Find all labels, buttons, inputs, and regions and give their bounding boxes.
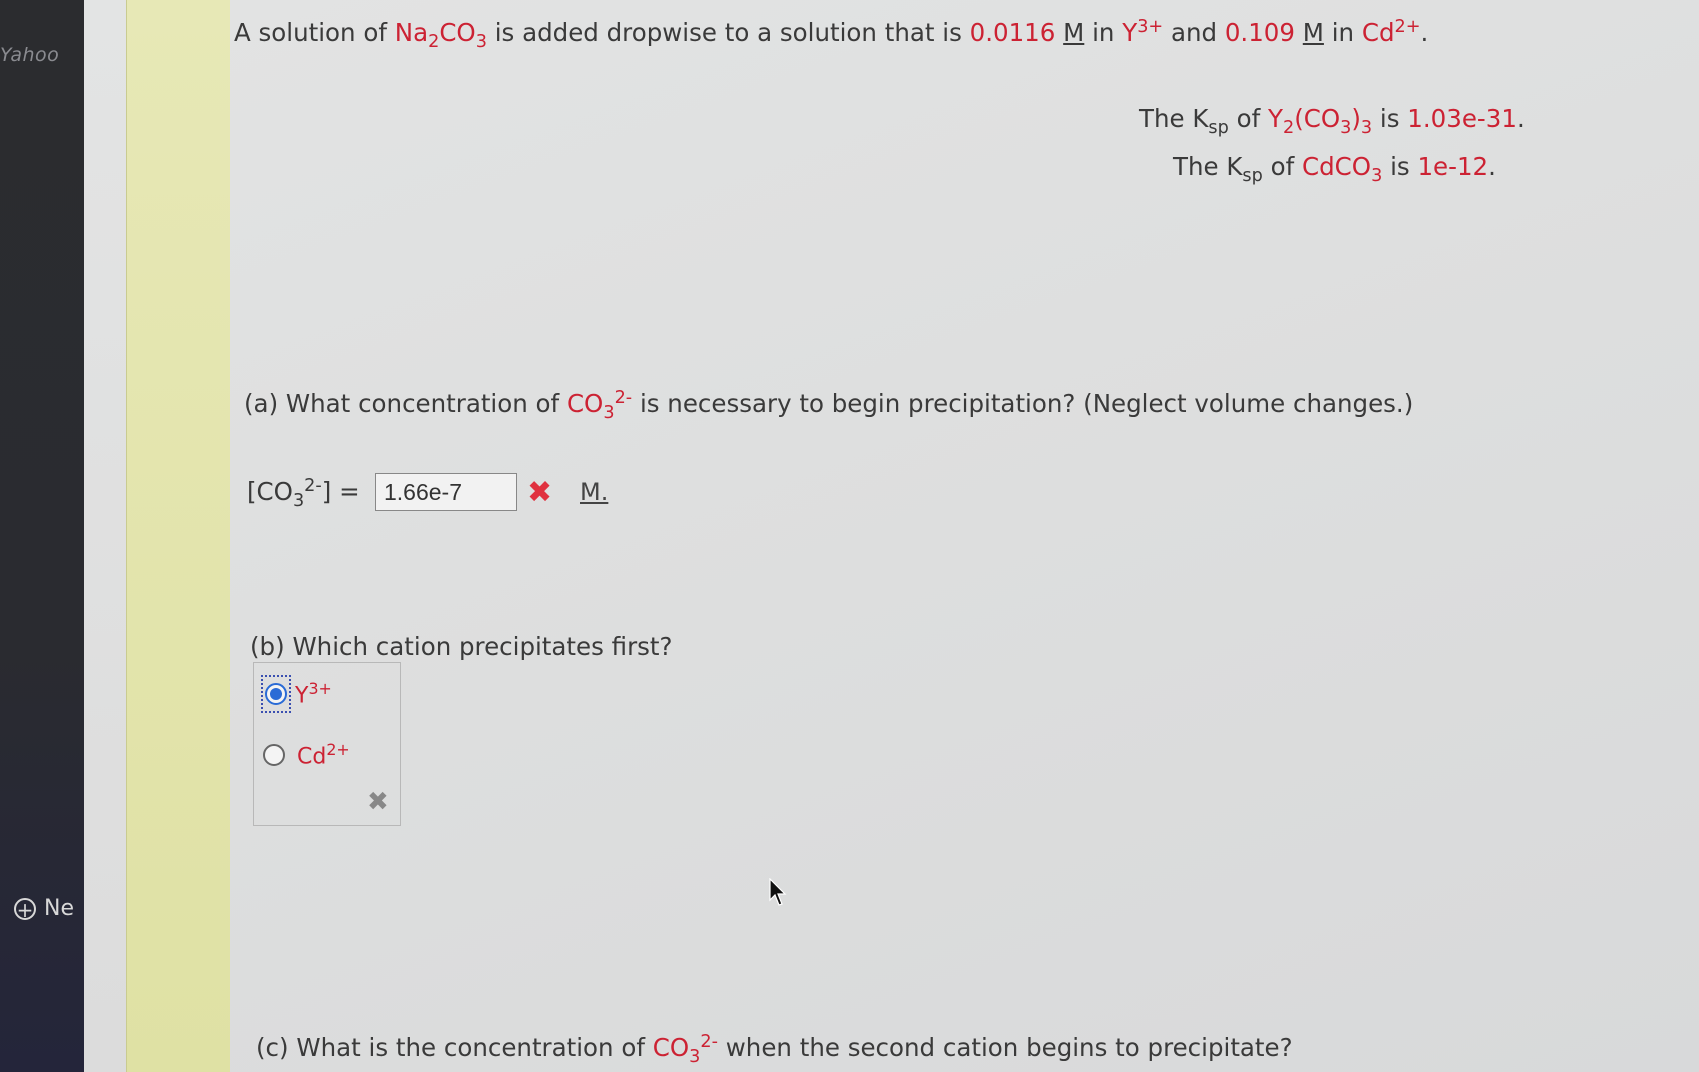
- browser-sidebar: Yahoo + Ne: [0, 0, 92, 1072]
- new-button-label: Ne: [44, 896, 74, 921]
- radio-cd2[interactable]: [263, 743, 285, 766]
- conc-y: 0.0116: [969, 18, 1056, 48]
- cation-choice-group: Y3+ Cd2+ ✖: [253, 662, 401, 826]
- part-a-question: (a) What concentration of CO32- is neces…: [244, 388, 1414, 424]
- ksp-cdco3: The Ksp of CdCO3 is 1e-12.: [1173, 152, 1496, 186]
- problem-statement: A solution of Na2CO3 is added dropwise t…: [234, 17, 1429, 53]
- radio-y3[interactable]: [265, 683, 287, 705]
- option-cd2[interactable]: Cd2+: [259, 740, 350, 769]
- incorrect-icon: ✖: [527, 475, 553, 510]
- mouse-cursor-icon: [769, 878, 787, 906]
- part-a-lhs: [CO32-] =: [247, 476, 360, 512]
- option-y3[interactable]: Y3+: [261, 675, 332, 713]
- new-button[interactable]: + Ne: [14, 896, 92, 921]
- sidebar-brand: Yahoo: [0, 44, 60, 66]
- plus-icon: +: [14, 897, 36, 920]
- ksp-y2co33: The Ksp of Y2(CO3)3 is 1.03e-31.: [1139, 104, 1525, 138]
- option-y3-label: Y3+: [295, 679, 332, 709]
- part-c-question: (c) What is the concentration of CO32- w…: [256, 1032, 1293, 1068]
- part-b-question: (b) Which cation precipitates first?: [250, 632, 673, 661]
- co3-concentration-input[interactable]: 1.66e-7: [375, 473, 517, 511]
- conc-cd: 0.109: [1224, 18, 1295, 48]
- unit-label: M.: [580, 478, 609, 506]
- option-cd2-label: Cd2+: [297, 740, 350, 770]
- incorrect-icon: ✖: [367, 787, 389, 817]
- page-side-strip: [126, 0, 231, 1072]
